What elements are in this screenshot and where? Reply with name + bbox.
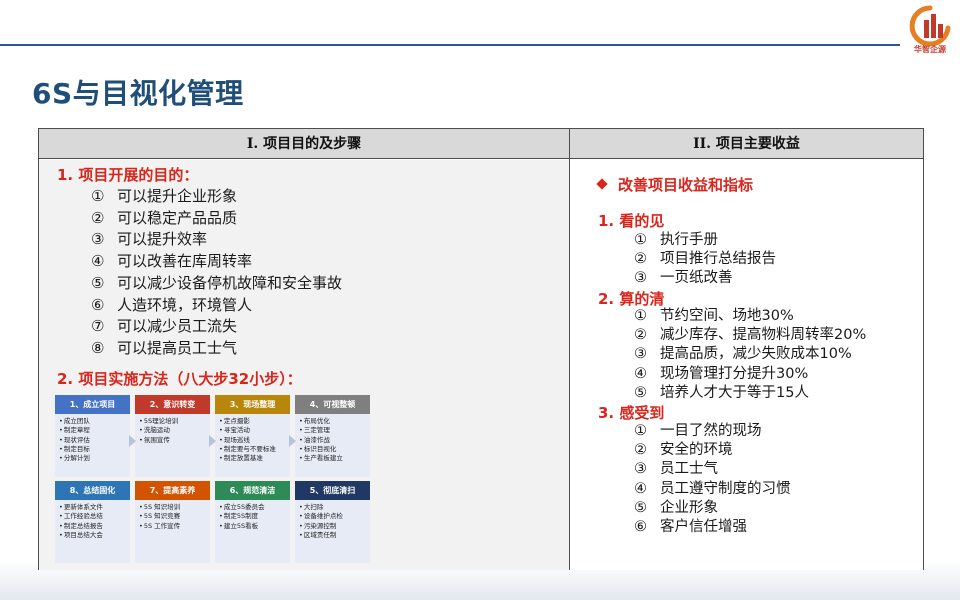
step-item: 油漆作战 <box>299 436 366 445</box>
step-item: 制定5S制度 <box>219 512 286 521</box>
header-rule <box>0 44 900 46</box>
step-card: 5、彻底清扫 大扫除 设备维护点检 污染源控制 区域责任制 <box>295 481 370 563</box>
logo-text: 华智企源 <box>914 45 946 54</box>
step-item: 建立5S看板 <box>219 522 286 531</box>
list-item: ② 可以稳定产品品质 <box>91 208 238 227</box>
step-item: 现场巡线 <box>219 436 286 445</box>
step-card: 4、可视整顿 布局优化 三定管理 油漆作战 标识目视化 生产看板建立 <box>295 395 370 477</box>
list-item: ① 可以提升企业形象 <box>91 187 238 205</box>
step-item: 生产看板建立 <box>299 454 366 463</box>
list-item: ② 项目推行总结报告 <box>634 251 776 268</box>
purpose-list: ① 可以提升企业形象 ② 可以稳定产品品质 ③ 可以提升效率 ④ 可以改善在库周转率 ⑤… <box>91 186 342 360</box>
step-item: 5S理论培训 <box>139 417 206 426</box>
list-item: ③ 一页纸改善 <box>634 270 733 287</box>
benefit-group-title: 1. 看的见 <box>598 212 665 230</box>
list-item: ④ 可以改善在库周转率 <box>91 252 253 271</box>
benefit-group-title: 2. 算的清 <box>598 290 665 308</box>
step-card: 6、规范清洁 成立5S委员会 制定5S制度 建立5S看板 <box>215 481 290 563</box>
benefits-column: 改善项目收益和指标 1. 看的见 ① 执行手册 ② 项目推行总结报告 ③ 一页纸改善 … <box>570 160 923 570</box>
benefit-group-list: ① 执行手册 ② 项目推行总结报告 ③ 一页纸改善 <box>634 231 776 289</box>
list-item: ④ 现场管理打分提升30% <box>634 365 809 382</box>
step-title: 5、彻底清扫 <box>295 481 370 500</box>
list-item: ② 安全的环境 <box>634 442 733 459</box>
step-card: 7、提高素养 5S 知识培训 5S 知识竞赛 5S 工作宣传 <box>135 481 210 563</box>
list-item: ③ 可以提升效率 <box>91 230 208 249</box>
step-item: 5S 工作宣传 <box>139 522 206 531</box>
step-item: 现状评估 <box>59 436 126 445</box>
list-item: ③ 员工士气 <box>634 461 718 478</box>
list-item: ⑥ 人造环境，环境管人 <box>91 295 253 314</box>
list-item: ① 节约空间、场地30% <box>634 308 794 324</box>
list-item: ④ 员工遵守制度的习惯 <box>634 480 791 497</box>
step-item: 制定放置基准 <box>219 454 286 463</box>
step-item: 工作经验总结 <box>59 512 126 521</box>
step-item: 大扫除 <box>299 503 366 512</box>
step-item: 布局优化 <box>299 417 366 426</box>
list-item: ① 一目了然的现场 <box>634 423 762 439</box>
eight-steps-diagram: 1、成立项目 成立团队 制定章程 现状评估 制定目标 分解计划 2、意识转变 5… <box>55 395 371 565</box>
purpose-and-steps-column: 1. 项目开展的目的： ① 可以提升企业形象 ② 可以稳定产品品质 ③ 可以提升效率 … <box>39 160 569 570</box>
right-column-header: II. 项目主要收益 <box>570 129 923 159</box>
step-item: 制定目标 <box>59 445 126 454</box>
left-column-header: I. 项目目的及步骤 <box>39 129 570 159</box>
step-title: 3、现场整理 <box>215 395 290 414</box>
step-title: 4、可视整顿 <box>295 395 370 414</box>
step-item: 氛围宣传 <box>139 436 206 445</box>
step-card: 3、现场整理 定点摄影 寻宝活动 现场巡线 制定要与不要标准 制定放置基准 <box>215 395 290 477</box>
step-item: 5S 知识培训 <box>139 503 206 512</box>
step-item: 5S 知识竞赛 <box>139 512 206 521</box>
step-title: 2、意识转变 <box>135 395 210 414</box>
list-item: ① 执行手册 <box>634 232 718 248</box>
list-item: ⑤ 可以减少设备停机故障和安全事故 <box>91 273 343 292</box>
content-table: I. 项目目的及步骤 II. 项目主要收益 1. 项目开展的目的： ① 可以提升企… <box>38 128 924 570</box>
step-item: 设备维护点检 <box>299 512 366 521</box>
list-item: ⑧ 可以提高员工士气 <box>91 338 238 357</box>
list-item: ⑦ 可以减少员工流失 <box>91 317 238 336</box>
step-item: 定点摄影 <box>219 417 286 426</box>
benefit-group-title: 3. 感受到 <box>598 404 665 422</box>
step-item: 污染源控制 <box>299 522 366 531</box>
benefit-group-list: ① 一目了然的现场 ② 安全的环境 ③ 员工士气 ④ 员工遵守制度的习惯 ⑤ 企业形象 ⑥… <box>634 422 791 537</box>
column-divider <box>569 129 570 569</box>
step-item: 分解计划 <box>59 454 126 463</box>
arrow-right-icon <box>129 435 136 447</box>
step-item: 寻宝活动 <box>219 426 286 435</box>
step-item: 项目总结大会 <box>59 531 126 540</box>
step-item: 三定管理 <box>299 426 366 435</box>
list-item: ⑤ 企业形象 <box>634 499 718 516</box>
step-item: 制定总结报告 <box>59 522 126 531</box>
step-item: 制定要与不要标准 <box>219 445 286 454</box>
purpose-title: 1. 项目开展的目的： <box>57 166 199 184</box>
page-title: 6S与目视化管理 <box>32 77 244 110</box>
list-item: ③ 提高品质，减少失败成本10% <box>634 346 852 363</box>
arrow-right-icon <box>289 435 296 447</box>
list-item: ② 减少库存、提高物料周转率20% <box>634 327 867 344</box>
step-item: 成立5S委员会 <box>219 503 286 512</box>
step-card: 1、成立项目 成立团队 制定章程 现状评估 制定目标 分解计划 <box>55 395 130 477</box>
diamond-bullet-icon <box>596 178 608 190</box>
arrow-right-icon <box>209 435 216 447</box>
step-title: 7、提高素养 <box>135 481 210 500</box>
step-item: 区域责任制 <box>299 531 366 540</box>
method-title: 2. 项目实施方法（八大步32小步）： <box>57 370 302 388</box>
list-item: ⑥ 客户信任增强 <box>634 519 747 536</box>
step-item: 更新体系文件 <box>59 503 126 512</box>
step-title: 1、成立项目 <box>55 395 130 414</box>
benefit-group-list: ① 节约空间、场地30% ② 减少库存、提高物料周转率20% ③ 提高品质，减少失败成… <box>634 307 866 403</box>
step-title: 6、规范清洁 <box>215 481 290 500</box>
step-item: 制定章程 <box>59 426 126 435</box>
step-item: 成立团队 <box>59 417 126 426</box>
step-title: 8、总结固化 <box>55 481 130 500</box>
step-card: 8、总结固化 更新体系文件 工作经验总结 制定总结报告 项目总结大会 <box>55 481 130 563</box>
step-item: 标识目视化 <box>299 445 366 454</box>
step-item: 洗脑运动 <box>139 426 206 435</box>
benefits-title: 改善项目收益和指标 <box>596 174 753 195</box>
list-item: ⑤ 培养人才大于等于15人 <box>634 384 809 401</box>
step-card: 2、意识转变 5S理论培训 洗脑运动 氛围宣传 <box>135 395 210 477</box>
